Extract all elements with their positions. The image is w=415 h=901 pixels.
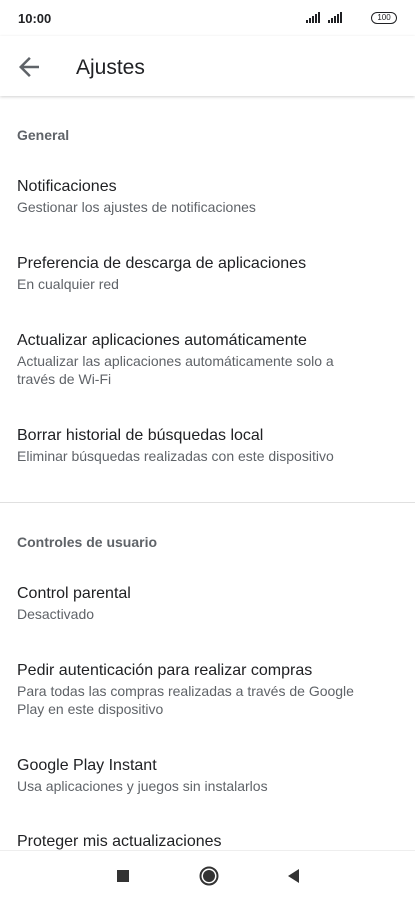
recent-apps-button[interactable] [111, 864, 135, 888]
page-title: Ajustes [76, 56, 145, 79]
item-subtitle: En cualquier red [17, 276, 119, 292]
signal-icon [306, 12, 324, 23]
item-subtitle: Eliminar búsquedas realizadas con este d… [17, 448, 334, 464]
item-title: Notificaciones [17, 178, 117, 195]
status-time: 10:00 [18, 11, 52, 26]
battery-icon: 100 [371, 12, 397, 24]
item-subtitle: través de Wi-Fi [17, 371, 112, 387]
settings-item-parental-control[interactable]: Control parental Desactivado [17, 584, 387, 623]
item-title: Preferencia de descarga de aplicaciones [17, 255, 307, 272]
settings-item-purchase-auth[interactable]: Pedir autenticación para realizar compra… [17, 661, 387, 718]
item-title: Proteger mis actualizaciones [17, 833, 222, 850]
app-bar: Ajustes [0, 36, 415, 96]
item-subtitle: Actualizar las aplicaciones automáticame… [17, 353, 334, 369]
settings-item-auto-update[interactable]: Actualizar aplicaciones automáticamente … [17, 331, 387, 388]
item-title: Actualizar aplicaciones automáticamente [17, 332, 307, 349]
back-nav-button[interactable] [282, 864, 306, 888]
square-icon [117, 870, 129, 882]
back-button[interactable] [14, 52, 44, 82]
settings-item-play-instant[interactable]: Google Play Instant Usa aplicaciones y j… [17, 756, 387, 795]
circle-icon [199, 866, 219, 886]
item-subtitle: Desactivado [17, 606, 95, 622]
arrow-back-icon [19, 57, 39, 77]
section-divider [0, 502, 415, 503]
item-title: Google Play Instant [17, 757, 157, 774]
settings-item-protect-updates[interactable]: Proteger mis actualizaciones [17, 832, 387, 852]
status-bar: 10:00 100 [0, 0, 415, 36]
triangle-back-icon [288, 869, 299, 883]
item-subtitle: Para todas las compras realizadas a trav… [17, 683, 354, 699]
home-button[interactable] [197, 864, 221, 888]
section-header-general: General [17, 127, 70, 143]
signal-icon [328, 12, 346, 23]
item-subtitle: Gestionar los ajustes de notificaciones [17, 199, 256, 215]
system-nav-bar [0, 850, 415, 901]
item-subtitle: Usa aplicaciones y juegos sin instalarlo… [17, 778, 268, 794]
section-header-user-controls: Controles de usuario [17, 534, 158, 550]
settings-item-notifications[interactable]: Notificaciones Gestionar los ajustes de … [17, 177, 387, 216]
settings-item-download-preference[interactable]: Preferencia de descarga de aplicaciones … [17, 254, 387, 293]
item-subtitle: Play en este dispositivo [17, 701, 164, 717]
item-title: Borrar historial de búsquedas local [17, 427, 264, 444]
settings-item-clear-history[interactable]: Borrar historial de búsquedas local Elim… [17, 426, 387, 465]
item-title: Pedir autenticación para realizar compra… [17, 662, 313, 679]
item-title: Control parental [17, 585, 131, 602]
